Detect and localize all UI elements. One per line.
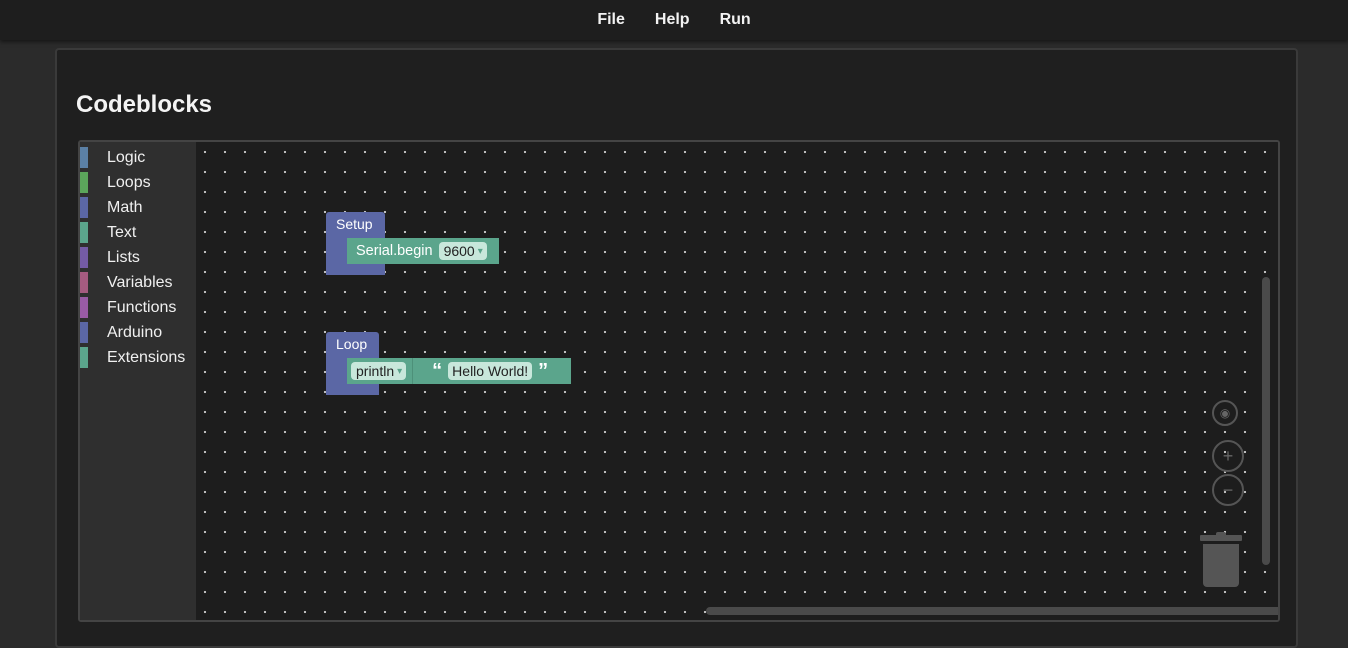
loop-block-label: Loop (336, 336, 368, 352)
toolbox-item-extensions[interactable]: Extensions (80, 345, 196, 370)
trash-icon[interactable] (1200, 532, 1242, 587)
serial-begin-block[interactable]: Serial.begin 9600 ▾ (347, 238, 499, 264)
zoom-out-glyph: − (1222, 479, 1234, 500)
blockly-workspace: Logic Loops Math Text Lists Variables Fu… (78, 140, 1280, 622)
category-swatch (80, 297, 88, 318)
zoom-out-icon[interactable]: − (1212, 474, 1244, 506)
toolbox-item-label: Functions (107, 298, 177, 316)
horizontal-scrollbar[interactable] (706, 607, 1278, 615)
trash-lid (1200, 535, 1242, 541)
print-mode-value: println (356, 363, 395, 379)
toolbox-item-variables[interactable]: Variables (80, 270, 196, 295)
menu-bar: File Help Run (0, 0, 1348, 40)
category-swatch (80, 322, 88, 343)
category-swatch (80, 172, 88, 193)
toolbox-item-label: Extensions (107, 348, 186, 366)
toolbox-item-loops[interactable]: Loops (80, 170, 196, 195)
panel-title: Codeblocks (76, 91, 213, 118)
baud-rate-dropdown[interactable]: 9600 ▾ (438, 242, 487, 260)
category-swatch (80, 147, 88, 168)
menu-file[interactable]: File (597, 11, 625, 29)
toolbox-item-label: Variables (107, 273, 173, 291)
category-swatch (80, 222, 88, 243)
dropdown-arrow-icon: ▾ (397, 365, 403, 377)
baud-rate-value: 9600 (443, 243, 475, 259)
recenter-glyph: ◉ (1219, 406, 1231, 420)
value-connector (412, 358, 426, 384)
category-swatch (80, 347, 88, 368)
toolbox-item-logic[interactable]: Logic (80, 145, 196, 170)
toolbox-item-text[interactable]: Text (80, 220, 196, 245)
toolbox-item-arduino[interactable]: Arduino (80, 320, 196, 345)
category-swatch (80, 197, 88, 218)
toolbox-item-label: Lists (107, 248, 140, 266)
zoom-in-icon[interactable]: + (1212, 440, 1244, 472)
toolbox-item-label: Arduino (107, 323, 163, 341)
codeblocks-panel: Codeblocks Logic Loops Math Text Lists V… (55, 48, 1298, 648)
category-swatch (80, 272, 88, 293)
string-input[interactable]: Hello World! (448, 362, 533, 380)
recenter-icon[interactable]: ◉ (1212, 400, 1238, 426)
toolbox-item-label: Loops (107, 173, 151, 191)
toolbox: Logic Loops Math Text Lists Variables Fu… (80, 142, 196, 620)
trash-bin (1203, 544, 1239, 587)
category-swatch (80, 247, 88, 268)
toolbox-item-label: Math (107, 198, 143, 216)
toolbox-item-math[interactable]: Math (80, 195, 196, 220)
serial-begin-label: Serial.begin (356, 243, 433, 259)
open-quote-icon: “ (432, 360, 443, 382)
menu-run[interactable]: Run (720, 11, 751, 29)
println-block[interactable]: println ▾ “ Hello World! ” (347, 358, 571, 384)
vertical-scrollbar[interactable] (1262, 277, 1270, 565)
toolbox-item-functions[interactable]: Functions (80, 295, 196, 320)
close-quote-icon: ” (538, 360, 549, 382)
menu-help[interactable]: Help (655, 11, 690, 29)
toolbox-item-lists[interactable]: Lists (80, 245, 196, 270)
toolbox-item-label: Text (107, 223, 137, 241)
setup-block-label: Setup (336, 216, 373, 232)
toolbox-item-label: Logic (107, 148, 146, 166)
dropdown-arrow-icon: ▾ (477, 245, 483, 257)
zoom-in-glyph: + (1222, 445, 1234, 466)
print-mode-dropdown[interactable]: println ▾ (351, 362, 407, 380)
workspace-canvas[interactable]: Setup Serial.begin 9600 ▾ Loop println ▾ (196, 142, 1278, 620)
